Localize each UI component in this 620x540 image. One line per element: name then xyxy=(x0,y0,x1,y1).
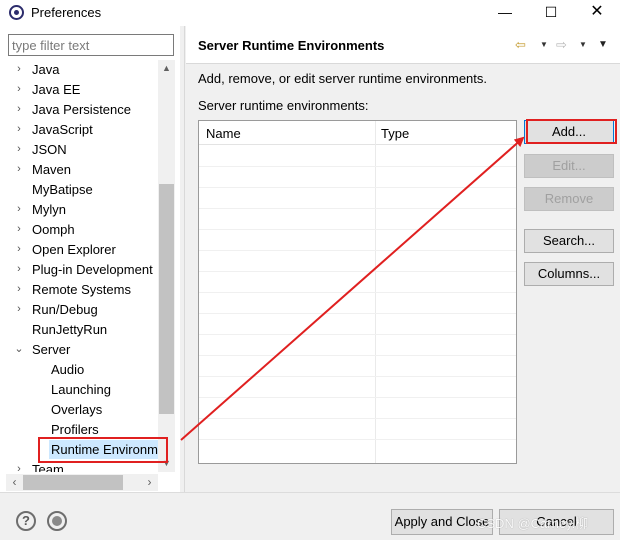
page-description: Add, remove, or edit server runtime envi… xyxy=(198,71,488,86)
table-row-line xyxy=(199,334,516,335)
expand-arrow-icon[interactable]: › xyxy=(14,100,24,120)
table-row-line xyxy=(199,187,516,188)
expand-arrow-icon[interactable]: › xyxy=(14,120,24,140)
tree-item-label: Plug-in Development xyxy=(32,262,153,277)
expand-arrow-icon[interactable]: › xyxy=(14,140,24,160)
scroll-thumb[interactable] xyxy=(23,475,123,490)
tree-item-label: Team xyxy=(32,462,64,472)
page-header: Server Runtime Environments ⇦ ▼ ⇨ ▼ ▼ xyxy=(186,26,620,64)
tree-vertical-scrollbar[interactable]: ▲ ▼ xyxy=(158,60,175,472)
tree-item-label: Mylyn xyxy=(32,202,66,217)
tree-item-label: Maven xyxy=(32,162,72,177)
tree-item-label: Java xyxy=(32,62,60,77)
back-dropdown-icon[interactable]: ▼ xyxy=(540,40,548,49)
tree-item-label: RunJettyRun xyxy=(32,322,108,337)
tree-item-label: Profilers xyxy=(51,422,99,437)
page-title: Server Runtime Environments xyxy=(198,38,385,53)
scroll-down-icon[interactable]: ▼ xyxy=(158,455,175,472)
eclipse-icon xyxy=(9,5,24,20)
expand-arrow-icon[interactable]: › xyxy=(14,60,24,80)
tree-item-label: Java EE xyxy=(32,82,81,97)
expand-arrow-icon xyxy=(33,360,43,380)
minimize-button[interactable]: — xyxy=(482,0,528,26)
tree-item-label: Server xyxy=(32,342,71,357)
expand-arrow-icon xyxy=(14,180,24,200)
table-row-line xyxy=(199,271,516,272)
preferences-tree: › Java › Java EE › Java Persistence › JavaSc… xyxy=(0,60,158,472)
forward-arrow-icon[interactable]: ⇨ xyxy=(556,37,567,53)
tree-item-label: MyBatipse xyxy=(32,182,93,197)
scroll-up-icon[interactable]: ▲ xyxy=(158,60,175,77)
expand-arrow-icon[interactable]: › xyxy=(14,300,24,320)
expand-arrow-icon[interactable]: › xyxy=(14,240,24,260)
expand-arrow-icon[interactable]: › xyxy=(14,460,24,472)
table-row-line xyxy=(199,313,516,314)
tree-item-label: Audio xyxy=(51,362,85,377)
tree-item-label: Overlays xyxy=(51,402,103,417)
expand-arrow-icon[interactable]: › xyxy=(14,280,24,300)
scroll-thumb[interactable] xyxy=(159,184,174,414)
tree-item-label: Open Explorer xyxy=(32,242,116,257)
edit-button[interactable]: Edit... xyxy=(524,154,614,178)
table-header: Name Type xyxy=(199,121,516,145)
table-row-line xyxy=(199,250,516,251)
expand-arrow-icon[interactable]: › xyxy=(14,80,24,100)
filter-input[interactable] xyxy=(8,34,174,56)
table-row-line xyxy=(199,229,516,230)
maximize-button[interactable]: ☐ xyxy=(528,0,574,26)
preferences-tree-pane: › Java › Java EE › Java Persistence › JavaSc… xyxy=(0,26,180,492)
table-row-line xyxy=(199,376,516,377)
tree-item-label: Java Persistence xyxy=(32,102,131,117)
tree-item-label: Launching xyxy=(51,382,111,397)
table-row-line xyxy=(199,166,516,167)
expand-arrow-icon xyxy=(33,380,43,400)
columns-button[interactable]: Columns... xyxy=(524,262,614,286)
expand-arrow-icon[interactable]: › xyxy=(14,260,24,280)
close-button[interactable]: ✕ xyxy=(574,0,620,26)
expand-arrow-icon xyxy=(33,420,43,440)
column-header-name[interactable]: Name xyxy=(206,126,241,141)
dialog-footer: ? Apply and Close Cancel CSDN @Carney.柳 xyxy=(0,492,620,540)
expand-arrow-icon xyxy=(14,320,24,340)
add-button[interactable]: Add... xyxy=(524,120,614,144)
title-bar: Preferences — ☐ ✕ xyxy=(0,0,620,26)
tree-item-label: JSON xyxy=(32,142,67,157)
tree-horizontal-scrollbar[interactable]: ‹ › xyxy=(6,474,158,491)
table-row-line xyxy=(199,355,516,356)
table-row-line xyxy=(199,439,516,440)
view-menu-icon[interactable]: ▼ xyxy=(598,39,608,50)
record-macro-icon[interactable] xyxy=(47,511,67,531)
window-title: Preferences xyxy=(31,5,102,20)
help-icon[interactable]: ? xyxy=(16,511,36,531)
forward-dropdown-icon[interactable]: ▼ xyxy=(579,40,587,49)
tree-item-label: Run/Debug xyxy=(32,302,98,317)
tree-item-label: Runtime Environm xyxy=(49,440,158,459)
table-row-line xyxy=(199,397,516,398)
tree-item-label: Remote Systems xyxy=(32,282,131,297)
remove-button[interactable]: Remove xyxy=(524,187,614,211)
collapse-arrow-icon[interactable]: ⌄ xyxy=(14,340,24,360)
search-button[interactable]: Search... xyxy=(524,229,614,253)
scroll-right-icon[interactable]: › xyxy=(141,474,158,491)
back-arrow-icon[interactable]: ⇦ xyxy=(515,37,526,53)
scroll-left-icon[interactable]: ‹ xyxy=(6,474,23,491)
runtime-environments-table[interactable]: Name Type xyxy=(198,120,517,464)
expand-arrow-icon xyxy=(33,400,43,420)
expand-arrow-icon xyxy=(33,440,43,460)
column-header-type[interactable]: Type xyxy=(381,126,409,141)
table-label: Server runtime environments: xyxy=(198,98,369,113)
tree-item-label: JavaScript xyxy=(32,122,93,137)
table-row-line xyxy=(199,208,516,209)
pane-splitter[interactable] xyxy=(184,26,185,492)
expand-arrow-icon[interactable]: › xyxy=(14,220,24,240)
table-row-line xyxy=(199,418,516,419)
page-content: Add, remove, or edit server runtime envi… xyxy=(186,65,620,492)
expand-arrow-icon[interactable]: › xyxy=(14,200,24,220)
table-row-line xyxy=(199,292,516,293)
tree-item-label: Oomph xyxy=(32,222,75,237)
watermark: CSDN @Carney.柳 xyxy=(477,516,589,531)
expand-arrow-icon[interactable]: › xyxy=(14,160,24,180)
